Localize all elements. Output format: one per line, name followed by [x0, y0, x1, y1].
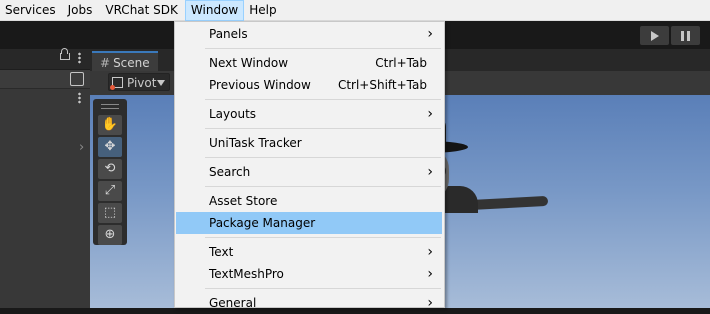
submenu-arrow-icon: › — [427, 26, 433, 42]
menu-item-package-manager[interactable]: Package Manager — [176, 212, 442, 234]
menu-item-text[interactable]: Text › — [176, 241, 442, 263]
menu-item-panels[interactable]: Panels › — [176, 23, 442, 45]
transform-tool-button[interactable]: ⊕ — [98, 225, 122, 245]
submenu-arrow-icon: › — [427, 244, 433, 260]
shortcut-label: Ctrl+Tab — [375, 56, 427, 70]
collapse-chevron-icon[interactable]: › — [79, 140, 84, 155]
hierarchy-header-row — [0, 89, 90, 107]
menu-vrchat-sdk[interactable]: VRChat SDK — [97, 0, 183, 21]
menu-item-layouts[interactable]: Layouts › — [176, 103, 442, 125]
shortcut-label: Ctrl+Shift+Tab — [337, 78, 427, 92]
menu-jobs[interactable]: Jobs — [61, 0, 98, 21]
submenu-arrow-icon: › — [427, 164, 433, 180]
menu-bar: Services Jobs VRChat SDK Window Help — [0, 0, 710, 21]
menu-separator — [205, 157, 441, 158]
menu-item-search[interactable]: Search › — [176, 161, 442, 183]
menu-separator — [205, 48, 441, 49]
submenu-arrow-icon: › — [427, 295, 433, 311]
menu-separator — [205, 288, 441, 289]
hierarchy-panel — [0, 48, 90, 308]
scale-tool-button[interactable]: ⤢ — [98, 181, 122, 201]
scale-icon: ⤢ — [104, 183, 116, 198]
chevron-down-icon — [157, 80, 165, 86]
scene-hash-icon: # — [100, 56, 111, 70]
hand-tool-button[interactable]: ✋ — [98, 115, 122, 135]
more-options-icon[interactable] — [78, 52, 81, 64]
menu-separator — [205, 99, 441, 100]
play-icon — [650, 30, 659, 41]
menu-item-previous-window[interactable]: Previous Window Ctrl+Shift+Tab — [176, 74, 442, 96]
move-tool-button[interactable]: ✥ — [98, 137, 122, 157]
rotate-icon: ⟲ — [104, 161, 116, 176]
menu-item-textmeshpro[interactable]: TextMeshPro › — [176, 263, 442, 285]
menu-separator — [205, 237, 441, 238]
menu-item-asset-store[interactable]: Asset Store — [176, 190, 442, 212]
hand-icon: ✋ — [101, 117, 119, 132]
menu-item-general[interactable]: General › — [176, 292, 442, 314]
pivot-dropdown[interactable]: Pivot — [108, 73, 170, 91]
character-arm — [467, 195, 549, 211]
menu-services[interactable]: Services — [0, 0, 61, 21]
submenu-arrow-icon: › — [427, 106, 433, 122]
pivot-label: Pivot — [127, 76, 157, 90]
scene-tab-label: Scene — [113, 56, 150, 70]
pause-button[interactable] — [671, 26, 700, 45]
lock-icon[interactable] — [60, 48, 70, 60]
drag-handle-icon[interactable] — [101, 104, 119, 109]
window-menu-dropdown: Panels › Next Window Ctrl+Tab Previous W… — [174, 21, 445, 311]
menu-separator — [205, 128, 441, 129]
rect-tool-button[interactable]: ⬚ — [98, 203, 122, 223]
menu-item-unitask-tracker[interactable]: UniTask Tracker — [176, 132, 442, 154]
menu-help[interactable]: Help — [244, 0, 281, 21]
tool-palette: ✋ ✥ ⟲ ⤢ ⬚ ⊕ — [93, 99, 127, 245]
submenu-arrow-icon: › — [427, 266, 433, 282]
hierarchy-tab-row — [0, 48, 90, 70]
pivot-icon — [110, 77, 123, 90]
playback-controls — [640, 26, 700, 45]
pause-icon — [681, 30, 690, 41]
tab-scene[interactable]: # Scene — [92, 51, 158, 71]
menu-separator — [205, 186, 441, 187]
menu-item-next-window[interactable]: Next Window Ctrl+Tab — [176, 52, 442, 74]
move-icon: ✥ — [104, 139, 116, 154]
transform-icon: ⊕ — [104, 227, 116, 242]
rotate-tool-button[interactable]: ⟲ — [98, 159, 122, 179]
menu-window[interactable]: Window — [184, 0, 245, 21]
rect-icon: ⬚ — [103, 205, 117, 220]
search-toggle-icon[interactable] — [70, 72, 84, 86]
scene-options-icon[interactable] — [78, 92, 81, 104]
hierarchy-search-row — [0, 70, 90, 89]
play-button[interactable] — [640, 26, 669, 45]
